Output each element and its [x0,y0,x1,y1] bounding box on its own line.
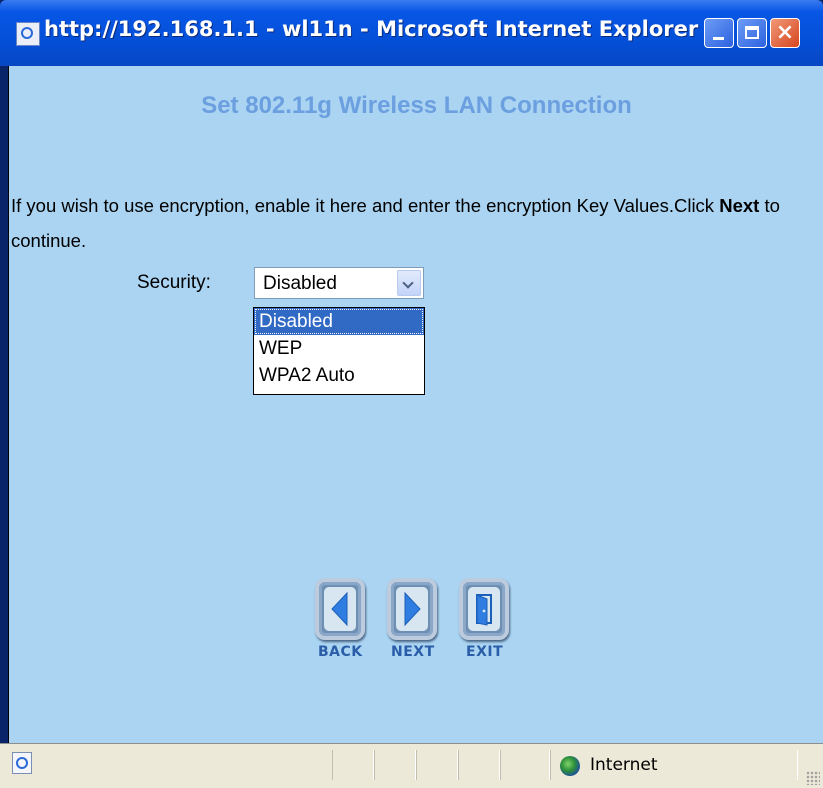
security-select[interactable]: Disabled [254,267,424,299]
security-dropdown-list: Disabled WEP WPA2 Auto [253,307,425,395]
close-button[interactable]: × [770,18,800,48]
instruction-text-start: If you wish to use encryption, enable it… [11,195,720,216]
internet-globe-icon [560,756,580,776]
ie-page-icon [16,22,40,46]
security-select-value: Disabled [263,273,337,294]
door-exit-icon [476,594,492,626]
security-zone-text: Internet [590,755,658,775]
exit-button[interactable] [459,578,509,640]
arrow-left-icon [331,591,348,627]
ie-status-icon [12,752,32,774]
status-cell [500,750,550,780]
security-option-wep[interactable]: WEP [254,335,424,362]
title-bar[interactable]: http://192.168.1.1 - wl11n - Microsoft I… [0,0,823,66]
back-label[interactable]: BACK [318,644,363,660]
security-label: Security: [137,272,211,293]
maximize-button[interactable] [737,18,767,48]
minimize-button[interactable] [704,18,734,48]
zone-cell [550,750,798,780]
status-cell [416,750,458,780]
window-title: http://192.168.1.1 - wl11n - Microsoft I… [44,17,699,41]
status-cell [332,750,374,780]
page-content: Set 802.11g Wireless LAN Connection If y… [8,66,823,743]
status-cell [374,750,416,780]
browser-window: http://192.168.1.1 - wl11n - Microsoft I… [0,0,823,788]
security-option-wpa2-auto[interactable]: WPA2 Auto [254,362,424,389]
arrow-right-icon [404,591,421,627]
instruction-next-emphasis: Next [719,195,760,216]
exit-label[interactable]: EXIT [466,644,503,660]
next-label[interactable]: NEXT [391,644,435,660]
resize-grip-icon[interactable] [806,771,820,785]
security-option-disabled[interactable]: Disabled [254,308,424,335]
chevron-down-icon[interactable] [397,270,421,296]
back-button[interactable] [315,578,365,640]
status-bar: Internet [0,743,823,788]
page-title: Set 802.11g Wireless LAN Connection [201,92,632,119]
back-button-face [324,587,356,631]
close-icon: × [775,20,795,45]
next-button-face [396,587,428,631]
instruction-text: If you wish to use encryption, enable it… [11,188,817,258]
exit-button-face [468,587,500,631]
next-button[interactable] [387,578,437,640]
status-cell [458,750,500,780]
